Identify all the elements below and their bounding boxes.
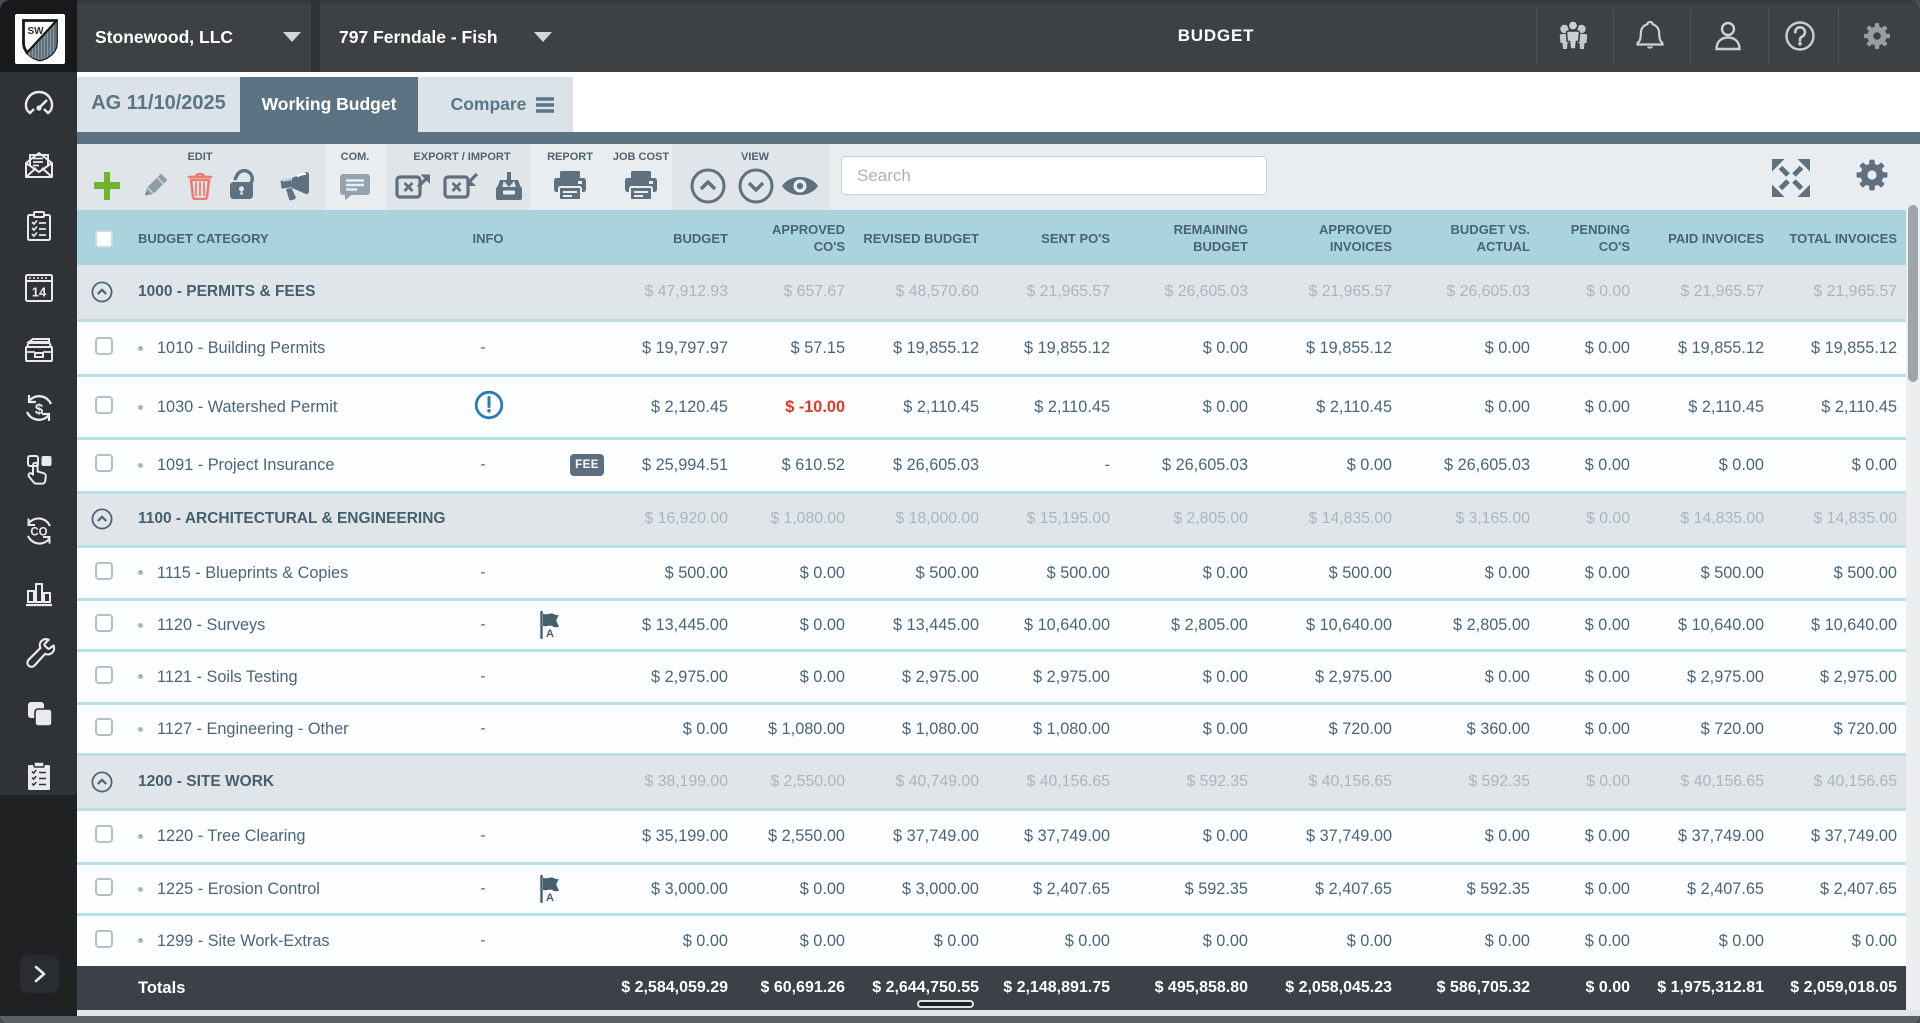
- svg-text:SW: SW: [28, 26, 45, 37]
- svg-text:CO: CO: [30, 527, 47, 539]
- svg-text:14: 14: [31, 285, 46, 300]
- svg-text:$: $: [34, 401, 43, 418]
